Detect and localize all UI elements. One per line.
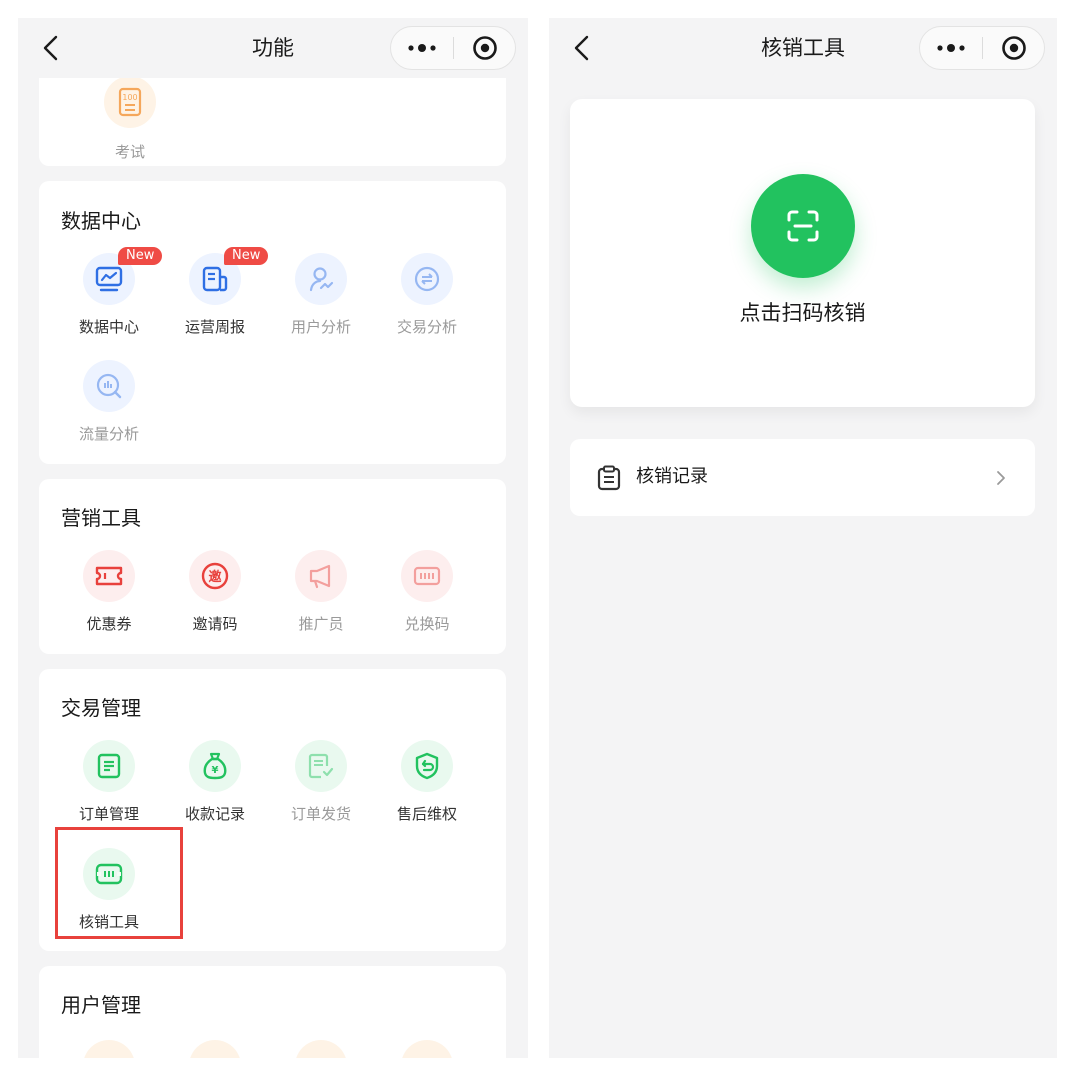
more-menu-button[interactable] — [920, 27, 982, 69]
section-title: 数据中心 — [61, 209, 141, 233]
scan-icon — [787, 210, 819, 242]
traffic-analysis-icon — [83, 360, 135, 412]
function-item-promoter[interactable]: 推广员 — [268, 550, 374, 650]
item-label: 运营周报 — [184, 318, 245, 336]
scan-button[interactable] — [751, 174, 855, 278]
function-item-redeem-code[interactable]: 兑换码 — [374, 550, 480, 650]
item-label: 用户分析 — [290, 318, 351, 336]
verify-record-row[interactable]: 核销记录 — [570, 439, 1035, 516]
coupon-icon — [83, 550, 135, 602]
function-item-trade-analysis[interactable]: 交易分析 — [374, 253, 480, 353]
highlight-box — [55, 827, 183, 939]
chevron-right-icon — [997, 471, 1005, 485]
function-item-order-shipping[interactable]: 订单发货 — [268, 740, 374, 840]
item-label: 邀请码 — [192, 615, 238, 633]
item-label: 数据中心 — [78, 318, 139, 336]
function-item-weekly-report[interactable]: New 运营周报 — [162, 247, 269, 353]
trade-analysis-icon — [401, 253, 453, 305]
item-label: 推广员 — [298, 615, 344, 633]
verify-tool-screen: 核销工具 点击扫码核销 核销记录 — [549, 18, 1057, 1058]
item-label: 流量分析 — [78, 425, 139, 443]
order-icon — [83, 740, 135, 792]
more-dots-icon — [408, 44, 436, 52]
function-item-traffic-analysis[interactable]: 流量分析 — [56, 360, 162, 460]
invite-icon: 邀 — [189, 550, 241, 602]
close-target-icon — [1002, 36, 1026, 60]
megaphone-icon — [295, 550, 347, 602]
marketing-tools-card: 营销工具 优惠券 邀 邀请码 推广员 兑换码 — [39, 479, 506, 654]
mini-program-capsule — [390, 26, 516, 70]
function-item-coupon[interactable]: 优惠券 — [56, 550, 162, 650]
shield-icon — [401, 740, 453, 792]
more-dots-icon — [937, 44, 965, 52]
function-item-invite-code[interactable]: 邀 邀请码 — [162, 550, 268, 650]
section-title: 营销工具 — [61, 506, 141, 530]
item-label: 收款记录 — [184, 805, 245, 823]
data-center-card: 数据中心 New 数据中心 New 运营周报 用户分析 交易分析 流量分析 — [39, 181, 506, 464]
item-label: 优惠券 — [86, 615, 132, 633]
function-item-data-center[interactable]: New 数据中心 — [56, 247, 163, 353]
svg-text:100: 100 — [122, 93, 137, 102]
scan-label: 点击扫码核销 — [739, 301, 866, 325]
function-item-exam[interactable]: 100 考试 — [77, 76, 183, 176]
clipboard-icon — [597, 465, 621, 491]
nav-bar: 功能 — [18, 18, 528, 78]
user-item-icon — [83, 1040, 135, 1058]
item-label: 交易分析 — [396, 318, 457, 336]
scan-card: 点击扫码核销 — [570, 99, 1035, 407]
redeem-code-icon — [401, 550, 453, 602]
item-label: 售后维权 — [396, 805, 457, 823]
close-target-icon — [473, 36, 497, 60]
item-label: 兑换码 — [404, 615, 450, 633]
user-management-card: 用户管理 — [39, 966, 506, 1058]
close-program-button[interactable] — [454, 27, 516, 69]
close-program-button[interactable] — [983, 27, 1045, 69]
function-screen: 功能 100 考试 数据中心 New 数据中心 New 运营周报 用户分析 交易… — [18, 18, 528, 1058]
more-menu-button[interactable] — [391, 27, 453, 69]
new-badge: New — [224, 247, 269, 265]
section-title: 交易管理 — [61, 696, 141, 720]
verify-record-label: 核销记录 — [636, 466, 708, 487]
function-item-payment-record[interactable]: ¥ 收款记录 — [162, 740, 268, 840]
section-title: 用户管理 — [61, 993, 141, 1017]
function-item-after-sales[interactable]: 售后维权 — [374, 740, 480, 840]
shipping-icon — [295, 740, 347, 792]
user-item-icon — [401, 1040, 453, 1058]
exam-icon: 100 — [104, 76, 156, 128]
mini-program-capsule — [919, 26, 1045, 70]
money-bag-icon: ¥ — [189, 740, 241, 792]
user-item-icon — [295, 1040, 347, 1058]
user-item-icon — [189, 1040, 241, 1058]
item-label: 订单管理 — [78, 805, 139, 823]
new-badge: New — [118, 247, 163, 265]
item-label: 考试 — [114, 143, 145, 161]
item-label: 订单发货 — [290, 805, 351, 823]
yen-glyph: ¥ — [212, 765, 219, 776]
function-item-user-analysis[interactable]: 用户分析 — [268, 253, 374, 353]
nav-bar: 核销工具 — [549, 18, 1057, 78]
user-analysis-icon — [295, 253, 347, 305]
function-item-order-management[interactable]: 订单管理 — [56, 740, 162, 840]
invite-glyph: 邀 — [208, 569, 221, 585]
